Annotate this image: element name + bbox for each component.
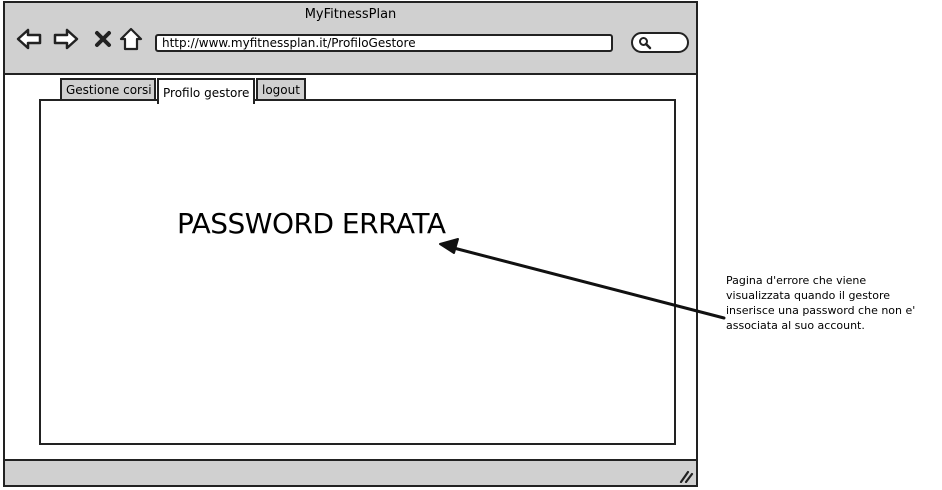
- tab-profilo-gestore[interactable]: Profilo gestore: [157, 78, 255, 104]
- tab-label: Profilo gestore: [163, 86, 250, 100]
- annotation-line: visualizzata quando il gestore: [726, 289, 891, 302]
- annotation-note: Pagina d'errore che viene visualizzata q…: [726, 273, 936, 333]
- annotation-line: associata al suo account.: [726, 319, 865, 332]
- annotation-line: Pagina d'errore che viene: [726, 274, 867, 287]
- annotation-line: inserisce una password che non e': [726, 304, 916, 317]
- annotation-arrow: [439, 238, 726, 320]
